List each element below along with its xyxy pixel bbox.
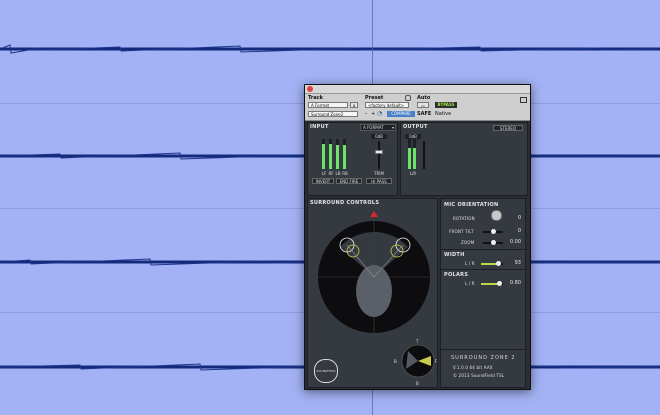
output-title: OUTPUT	[403, 124, 428, 130]
output-mode-button[interactable]: STEREO	[493, 125, 523, 131]
output-channels-label: L/R	[409, 171, 417, 176]
compare-button[interactable]: COMPARE	[387, 111, 415, 117]
input-format-value: A FORMAT	[363, 125, 384, 130]
product-copyright: © 2013 SoundField TSL	[453, 373, 505, 378]
output-section: OUTPUT 0dB L/R STEREO	[400, 122, 528, 196]
output-fader-track[interactable]	[423, 141, 425, 169]
trim-fader-track[interactable]	[378, 141, 380, 169]
track-type-button[interactable]: a	[350, 102, 358, 108]
settings-icon[interactable]	[405, 95, 411, 101]
width-handle[interactable]	[495, 261, 501, 266]
plugin-header: Track Preset Auto A Format a <factory de…	[305, 94, 530, 121]
preset-label: Preset	[365, 95, 384, 101]
divider	[441, 269, 527, 270]
compass-bottom-label: B	[416, 381, 419, 386]
output-meter-left	[408, 139, 411, 169]
menu-icon[interactable]	[520, 97, 527, 103]
hi-pass-button[interactable]: HI PASS	[366, 178, 392, 184]
auto-label: Auto	[417, 95, 431, 101]
auto-button[interactable]: ▭	[417, 102, 429, 108]
front-tilt-label: FRONT TILT	[449, 229, 474, 234]
channel-label: RB	[342, 171, 348, 176]
divider	[441, 249, 527, 250]
surround-title: SURROUND CONTROLS	[310, 200, 380, 206]
input-section: INPUT A FORMAT ▾ 0dB LF RF LB RB TRIM INV…	[307, 122, 398, 196]
track-label: Track	[308, 95, 323, 101]
waveform	[0, 44, 660, 54]
zoom-label: ZOOM	[461, 240, 475, 245]
preset-selector[interactable]: <factory default>	[365, 102, 409, 108]
logo-text: SOUNDFIELD	[316, 369, 336, 373]
bypass-button[interactable]: BYPASS	[435, 102, 457, 108]
polars-title: POLARS	[444, 272, 469, 278]
input-format-select[interactable]: A FORMAT ▾	[360, 124, 396, 131]
rotation-knob[interactable]	[491, 210, 502, 221]
zoom-handle[interactable]	[491, 240, 496, 245]
preset-next-button[interactable]: +	[371, 111, 375, 117]
orientation-compass	[401, 344, 435, 378]
compass-top-label: T	[416, 339, 419, 344]
chevron-down-icon: ▾	[391, 125, 394, 130]
mic-orientation-title: MIC ORIENTATION	[444, 202, 499, 208]
width-value: 93	[514, 260, 521, 266]
rotation-label: ROTATION	[453, 216, 475, 221]
front-tilt-handle[interactable]	[491, 229, 496, 234]
invert-button[interactable]: INVERT	[312, 178, 334, 184]
product-name: SURROUND ZONE 2	[451, 355, 516, 361]
input-gain-readout: 0dB	[371, 134, 387, 139]
auto-icon: ▭	[421, 103, 425, 108]
preset-prev-button[interactable]: –	[365, 111, 368, 117]
input-title: INPUT	[310, 124, 329, 130]
compass-right-label: F	[435, 359, 438, 364]
end-fire-button[interactable]: END FIRE	[336, 178, 362, 184]
track-selector[interactable]: A Format	[308, 102, 348, 108]
mic-controls-panel: MIC ORIENTATION ROTATION 0 FRONT TILT 0 …	[440, 198, 527, 388]
front-tilt-value: 0	[517, 228, 521, 234]
polars-handle[interactable]	[496, 281, 502, 286]
product-version: V.1.0.0 64 bit AAX	[453, 365, 493, 370]
polars-row-label: L / R	[465, 281, 475, 286]
trim-fader-handle[interactable]	[375, 150, 383, 155]
divider	[441, 349, 527, 350]
surround-controls-section: SURROUND CONTROLS SOUNDFIELD T F B B	[307, 198, 438, 388]
zoom-value: 0.00	[509, 239, 521, 245]
input-meter-lf	[322, 139, 325, 169]
compass-left-label: B	[394, 359, 397, 364]
polars-value: 0.80	[509, 280, 521, 286]
soundfield-logo: SOUNDFIELD	[314, 359, 338, 383]
width-title: WIDTH	[444, 252, 465, 258]
input-meter-rf	[329, 139, 332, 169]
trim-label: TRIM	[374, 171, 384, 176]
output-meter-right	[413, 139, 416, 169]
width-row-label: L / R	[465, 261, 475, 266]
plugin-window: Track Preset Auto A Format a <factory de…	[304, 84, 531, 390]
native-label: Native	[435, 111, 452, 117]
close-button[interactable]	[307, 86, 313, 92]
preset-library-icon[interactable]: ◔	[377, 110, 382, 117]
surround-panner[interactable]	[318, 211, 430, 341]
input-meter-rb	[343, 139, 346, 169]
track-menu[interactable]: Surround Zone2	[308, 111, 358, 117]
safe-label[interactable]: SAFE	[417, 111, 431, 117]
window-titlebar[interactable]	[305, 85, 530, 94]
rotation-value: 0	[517, 215, 521, 221]
input-meter-lb	[336, 139, 339, 169]
